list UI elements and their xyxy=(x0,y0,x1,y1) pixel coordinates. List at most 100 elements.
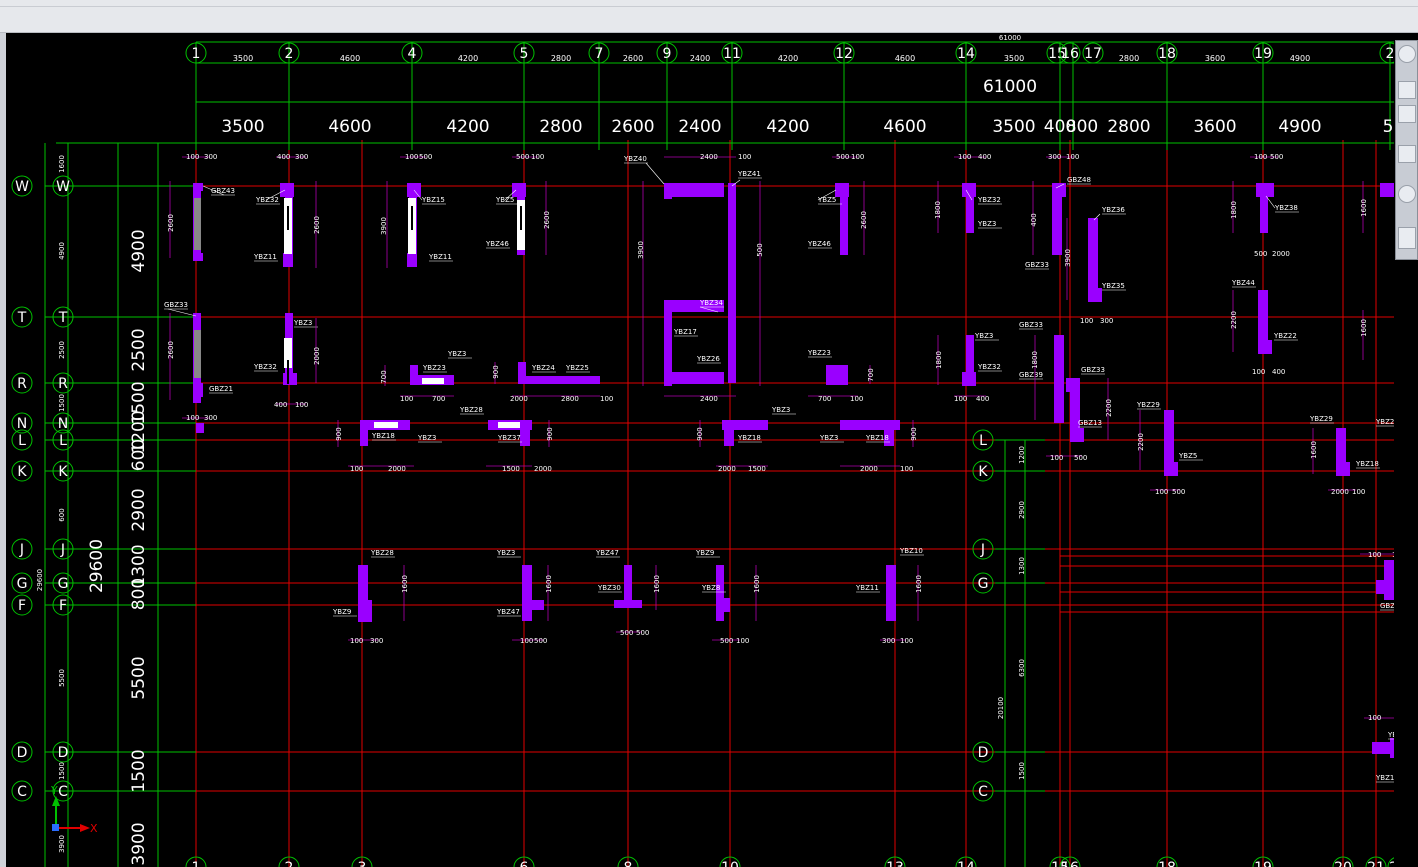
dimension-value: 1500 xyxy=(502,465,520,473)
wall-label: YBZ3 xyxy=(447,350,466,358)
wall-label: GBZ33 xyxy=(1025,261,1049,269)
axis-bubble-label: G xyxy=(58,576,69,592)
wall-label: YBZ32 xyxy=(977,363,1001,371)
axis-bubble-label: 21 xyxy=(1367,860,1385,867)
axis-bubble-label: 10 xyxy=(721,860,739,867)
axis-bubble-label: D xyxy=(58,745,69,761)
wall-column xyxy=(716,565,724,621)
wall-column xyxy=(728,183,736,383)
orbit-icon[interactable] xyxy=(1398,185,1416,203)
wall-column xyxy=(1070,428,1084,442)
dimension-value-vertical: 2200 xyxy=(1105,399,1113,417)
dimension-value: 400 xyxy=(277,153,290,161)
dimension-value-vertical: 1800 xyxy=(934,201,942,219)
wall-label: YBZ5 xyxy=(1178,452,1197,460)
wall-label: YBZ32 xyxy=(1387,731,1394,739)
right-grid-dimension: 2900 xyxy=(1018,501,1026,519)
wall-gray xyxy=(194,198,201,250)
wall-label: YBZ5 xyxy=(495,196,514,204)
wall-column xyxy=(840,183,848,255)
axis-bubble-label: 11 xyxy=(723,46,741,62)
right-grid-dimension: 1500 xyxy=(1018,762,1026,780)
axis-bubble-label: D xyxy=(17,745,28,761)
zoom-extents-icon[interactable] xyxy=(1398,105,1416,123)
axis-bubble-label: 9 xyxy=(663,46,672,62)
dimension-value: 1500 xyxy=(748,465,766,473)
dimension-value-vertical: 1600 xyxy=(1310,441,1318,459)
dimension-value: 2000 xyxy=(388,465,406,473)
left-small-dimension: 600 xyxy=(58,508,66,521)
dimension-value: 2800 xyxy=(561,395,579,403)
left-big-dimension: 1500 xyxy=(129,749,149,792)
top-big-dimension: 2600 xyxy=(611,117,654,137)
top-big-dimension: 4200 xyxy=(766,117,809,137)
top-big-dimension: 4900 xyxy=(1278,117,1321,137)
axis-bubble-label: 18 xyxy=(1158,860,1176,867)
wall-column xyxy=(1380,183,1394,197)
dimension-value: 2000 xyxy=(510,395,528,403)
wall-column xyxy=(518,376,600,384)
dimension-value-vertical: 2600 xyxy=(860,211,868,229)
showmotion-icon[interactable] xyxy=(1398,227,1416,249)
dimension-value: 500 xyxy=(1172,488,1185,496)
left-big-dimension: 3900 xyxy=(129,822,149,865)
wall-label: YBZ29 xyxy=(1136,401,1160,409)
top-small-dimension: 4600 xyxy=(340,54,360,63)
wall-gray xyxy=(194,330,201,378)
navigation-bar xyxy=(1395,40,1418,260)
wall-column xyxy=(1164,410,1174,466)
right-grid-dimension: 6300 xyxy=(1018,659,1026,677)
wall-label: YBZ29 xyxy=(1309,415,1333,423)
dimension-value-vertical: 2000 xyxy=(313,347,321,365)
wall-label: GBZ33 xyxy=(164,301,188,309)
pan-icon[interactable] xyxy=(1398,81,1416,99)
floor-plan-drawing[interactable]: 61000610003500 4600 4200 2800 2600 2400 4200 46… xyxy=(6,33,1394,867)
axis-bubble-label: C xyxy=(17,784,27,800)
left-small-dimension: 1500 xyxy=(58,394,66,412)
left-small-dimension: 4900 xyxy=(58,242,66,260)
top-small-dimension: 2600 xyxy=(623,54,643,63)
right-grid-dimension: 1300 xyxy=(1018,557,1026,575)
wall-column xyxy=(358,600,372,622)
wall-label: GBZ39 xyxy=(1019,371,1043,379)
dimension-value-vertical: 1600 xyxy=(401,575,409,593)
wall-label: YBZ3 xyxy=(977,220,996,228)
right-grid-dimension: 1200 xyxy=(1018,446,1026,464)
wall-label: YBZ23 xyxy=(422,364,446,372)
ucs-icon: X Y xyxy=(50,784,98,835)
axis-bubble-label: R xyxy=(58,376,68,392)
wall-label: YBZ3 xyxy=(293,319,312,327)
dimension-value: 500 xyxy=(1074,454,1087,462)
dimension-value-vertical: 1600 xyxy=(1360,319,1368,337)
axis-bubble-label: L xyxy=(18,433,26,449)
axis-bubble-label: C xyxy=(978,784,988,800)
leader-line xyxy=(645,162,665,185)
wall-label: YBZ18 xyxy=(1355,460,1379,468)
top-big-dimension: 4200 xyxy=(446,117,489,137)
axis-bubble-label: 1 xyxy=(192,46,201,62)
dimension-value-vertical: 2200 xyxy=(1230,311,1238,329)
wall-column xyxy=(1384,560,1394,600)
dimension-value-vertical: 400 xyxy=(1030,213,1038,226)
left-big-dimension: 5500 xyxy=(129,656,149,699)
dimension-value-vertical: 1600 xyxy=(915,575,923,593)
dimension-value: 2400 xyxy=(700,153,718,161)
steering-wheel-icon[interactable] xyxy=(1398,45,1416,63)
drawing-canvas[interactable]: 61000 61000 3500 4600 4200 2800 2600 2400 4200 46… xyxy=(6,33,1394,867)
zoom-window-icon[interactable] xyxy=(1398,145,1416,163)
red-grid-lines xyxy=(160,140,1394,867)
axis-bubble-label: 16 xyxy=(1061,860,1079,867)
wall-label: YBZ36 xyxy=(1101,206,1125,214)
dimension-value: 100 xyxy=(851,153,864,161)
wall-column xyxy=(966,335,974,385)
dimension-value: 300 xyxy=(882,637,895,645)
wall-label: YBZ32 xyxy=(255,196,279,204)
wall-label: YBZ28 xyxy=(370,549,394,557)
wall-label: YBZ47 xyxy=(595,549,619,557)
left-small-dimension: 5500 xyxy=(58,669,66,687)
dimension-value-vertical: 1600 xyxy=(753,575,761,593)
dimension-value-vertical: 2600 xyxy=(167,214,175,232)
top-toolbar xyxy=(0,0,1418,33)
wall-label: YBZ3 xyxy=(974,332,993,340)
dimension-value-vertical: 1800 xyxy=(1031,351,1039,369)
